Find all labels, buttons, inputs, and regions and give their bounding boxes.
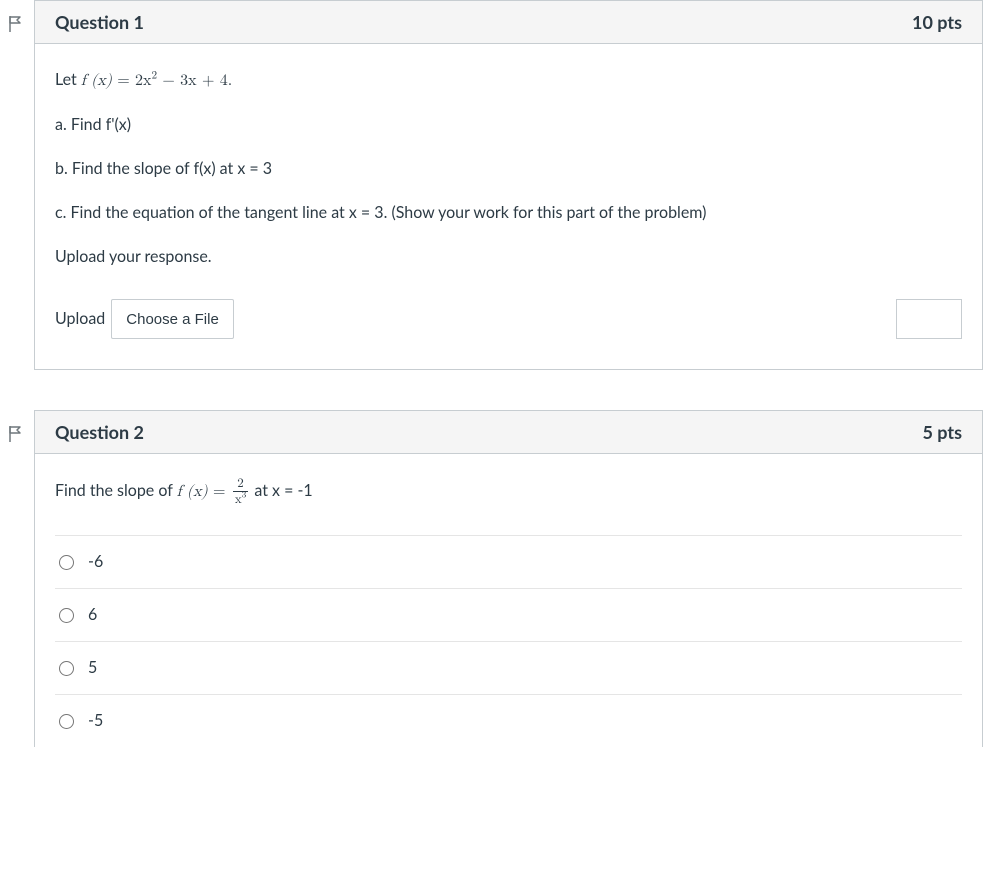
answer-option[interactable]: -5 (55, 695, 962, 747)
answer-option[interactable]: -6 (55, 535, 962, 589)
question-2-title: Question 2 (55, 421, 144, 443)
radio-input[interactable] (59, 661, 74, 676)
upload-preview-box (896, 299, 962, 339)
question-2-card: Question 2 5 pts Find the slope of f (x)… (34, 410, 983, 747)
option-label: 5 (88, 656, 97, 680)
upload-label: Upload (55, 307, 111, 331)
question-2-header: Question 2 5 pts (35, 411, 982, 454)
flag-icon[interactable] (6, 14, 26, 34)
question-1-title: Question 1 (55, 11, 144, 33)
answer-option[interactable]: 5 (55, 642, 962, 695)
option-label: -5 (88, 709, 103, 733)
q1-part-c: c. Find the equation of the tangent line… (55, 201, 962, 225)
q1-part-a: a. Find f'(x) (55, 113, 962, 137)
flag-icon[interactable] (6, 424, 26, 444)
question-1-card: Question 1 10 pts Let f (x) = 2x2 − 3x +… (34, 0, 983, 370)
question-2-points: 5 pts (922, 421, 962, 443)
option-label: -6 (88, 550, 103, 574)
option-label: 6 (88, 603, 97, 627)
question-2-block: Question 2 5 pts Find the slope of f (x)… (10, 410, 983, 747)
question-1-header: Question 1 10 pts (35, 1, 982, 44)
q1-definition: Let f (x) = 2x2 − 3x + 4. (55, 68, 962, 93)
question-2-body: Find the slope of f (x) = 2x3 at x = -1 … (35, 454, 982, 747)
q1-upload-instruction: Upload your response. (55, 245, 962, 269)
q2-prompt: Find the slope of f (x) = 2x3 at x = -1 (55, 478, 962, 507)
q1-part-b: b. Find the slope of f(x) at x = 3 (55, 157, 962, 181)
radio-input[interactable] (59, 608, 74, 623)
answer-list: -6 6 5 -5 (55, 535, 962, 747)
question-1-body: Let f (x) = 2x2 − 3x + 4. a. Find f'(x) … (35, 44, 982, 369)
question-1-block: Question 1 10 pts Let f (x) = 2x2 − 3x +… (10, 0, 983, 370)
upload-row: Upload Choose a File (55, 299, 962, 339)
question-1-points: 10 pts (912, 11, 962, 33)
radio-input[interactable] (59, 555, 74, 570)
answer-option[interactable]: 6 (55, 589, 962, 642)
choose-file-button[interactable]: Choose a File (111, 299, 234, 339)
radio-input[interactable] (59, 714, 74, 729)
